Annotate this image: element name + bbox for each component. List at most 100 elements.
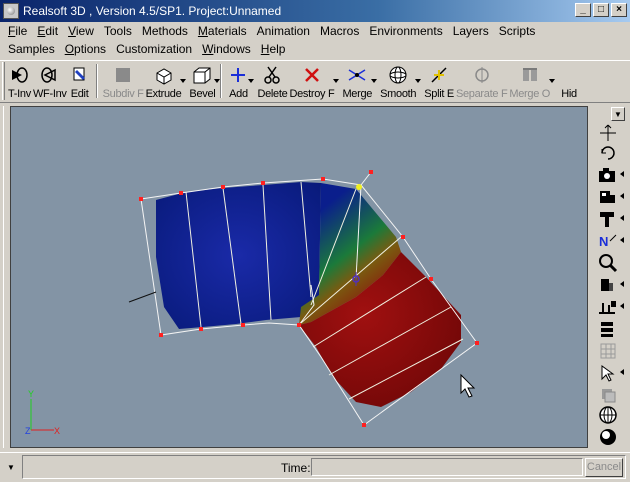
menu-materials[interactable]: Materials: [193, 24, 252, 38]
minimize-button[interactable]: _: [575, 3, 591, 17]
split-edge-icon: [428, 64, 450, 86]
panel-expand-arrow[interactable]: ▼: [4, 459, 18, 477]
smooth-tool[interactable]: Smooth: [379, 61, 422, 102]
close-button[interactable]: ×: [611, 3, 627, 17]
side-grid-tool[interactable]: [590, 340, 626, 362]
side-layer-tool[interactable]: [590, 318, 626, 340]
merge-objects-tool[interactable]: Merge O: [508, 61, 556, 102]
hide-tool[interactable]: Hid: [557, 61, 581, 102]
menu-windows[interactable]: Windows: [197, 42, 256, 56]
selected-point[interactable]: [356, 184, 362, 190]
side-object-tool[interactable]: [590, 274, 626, 296]
stray-edge: [128, 291, 157, 303]
menu-environments[interactable]: Environments: [364, 24, 447, 38]
title-bar: Realsoft 3D , Version 4.5/SP1. Project:U…: [0, 0, 630, 22]
extrude-dropdown-arrow[interactable]: [180, 79, 187, 83]
hierarchy-icon: [599, 301, 616, 314]
wfinv-tool[interactable]: WF-Inv: [32, 61, 68, 102]
side-toolbar: N: [590, 122, 626, 448]
grid-icon: [600, 343, 616, 359]
move-arrows-icon: [600, 124, 616, 141]
window-title: Realsoft 3D , Version 4.5/SP1. Project:U…: [23, 4, 282, 18]
bevel-dropdown-arrow[interactable]: [214, 79, 221, 83]
merge-objects-icon: [519, 64, 541, 86]
rotate-icon: [601, 146, 615, 160]
menu-methods[interactable]: Methods: [137, 24, 193, 38]
separate-tool[interactable]: Separate F: [455, 61, 508, 102]
side-zoom-tool[interactable]: [590, 252, 626, 274]
side-globe-tool[interactable]: [590, 404, 626, 426]
menu-file[interactable]: File: [3, 24, 32, 38]
merge-tool[interactable]: Merge: [341, 61, 378, 102]
camera-icon: [599, 168, 615, 182]
extrude-icon: [153, 64, 175, 86]
menu-view[interactable]: View: [63, 24, 99, 38]
menu-bar: File Edit View Tools Methods Materials Animati…: [0, 22, 630, 58]
menu-scripts[interactable]: Scripts: [494, 24, 541, 38]
window-controls: _ □ ×: [575, 3, 627, 17]
axis-y-label: Y: [28, 389, 34, 399]
subdiv-tool[interactable]: Subdiv F: [102, 61, 145, 102]
merge-objects-dropdown-arrow[interactable]: [549, 79, 556, 83]
extrude-tool[interactable]: Extrude: [145, 61, 187, 102]
subdivide-icon: [112, 64, 134, 86]
side-toolbar-scroll-up[interactable]: ▼: [611, 107, 625, 121]
side-camera-tool[interactable]: [590, 164, 626, 186]
scissors-icon: [261, 64, 283, 86]
magnifier-icon: [599, 254, 618, 273]
destroy-x-icon: [301, 64, 323, 86]
menu-options[interactable]: Options: [60, 42, 111, 56]
edit-tool[interactable]: Edit: [68, 61, 92, 102]
smooth-dropdown-arrow[interactable]: [415, 79, 422, 83]
menu-row-2: Samples Options Customization Windows Help: [0, 40, 630, 58]
toolbar-grip[interactable]: [2, 62, 5, 100]
separate-icon: [471, 64, 493, 86]
left-splitter[interactable]: [3, 106, 9, 448]
side-normal-tool[interactable]: N: [590, 230, 626, 252]
menu-edit[interactable]: Edit: [32, 24, 63, 38]
time-input[interactable]: [311, 458, 583, 476]
delete-tool[interactable]: Delete: [256, 61, 288, 102]
app-icon[interactable]: [3, 3, 19, 19]
smooth-sphere-icon: [387, 64, 409, 86]
maximize-button[interactable]: □: [593, 3, 609, 17]
render-icon: [600, 191, 615, 203]
side-sphere-tool[interactable]: [590, 426, 626, 448]
svg-text:N: N: [599, 234, 608, 249]
wireframe-arrow-icon: [39, 64, 61, 86]
menu-customization[interactable]: Customization: [111, 42, 197, 56]
side-rotate-tool[interactable]: [590, 142, 626, 164]
merge-dropdown-arrow[interactable]: [371, 79, 378, 83]
menu-layers[interactable]: Layers: [448, 24, 494, 38]
select-arrow-icon: [601, 365, 615, 382]
side-copy-tool[interactable]: [590, 384, 626, 406]
add-tool[interactable]: Add: [226, 61, 255, 102]
add-dropdown-arrow[interactable]: [248, 79, 255, 83]
destroy-dropdown-arrow[interactable]: [333, 79, 340, 83]
menu-samples[interactable]: Samples: [3, 42, 60, 56]
split-tool[interactable]: Split E: [423, 61, 455, 102]
viewport-canvas: Y Z X: [25, 170, 479, 436]
toolbar-separator: [220, 64, 223, 98]
side-render-tool[interactable]: [590, 186, 626, 208]
cancel-button[interactable]: Cancel: [585, 458, 623, 477]
side-tools-tool[interactable]: [590, 208, 626, 230]
resize-grip[interactable]: [620, 472, 630, 482]
eye-arrow-icon: [8, 64, 30, 86]
axis-z-label: Z: [25, 426, 31, 436]
menu-row-1: File Edit View Tools Methods Materials Animati…: [0, 22, 630, 40]
menu-macros[interactable]: Macros: [315, 24, 364, 38]
toolbar-separator: [95, 64, 98, 98]
bevel-tool[interactable]: Bevel: [188, 61, 221, 102]
menu-animation[interactable]: Animation: [252, 24, 315, 38]
globe-icon: [599, 406, 617, 424]
tinv-tool[interactable]: T-Inv: [7, 61, 32, 102]
3d-viewport[interactable]: Y Z X: [10, 106, 588, 448]
side-hierarchy-tool[interactable]: [590, 296, 626, 318]
menu-help[interactable]: Help: [256, 42, 291, 56]
side-select-tool[interactable]: [590, 362, 626, 384]
menu-tools[interactable]: Tools: [99, 24, 137, 38]
add-point-icon: [227, 64, 249, 86]
side-move-tool[interactable]: [590, 122, 626, 144]
destroy-tool[interactable]: Destroy F: [288, 61, 340, 102]
